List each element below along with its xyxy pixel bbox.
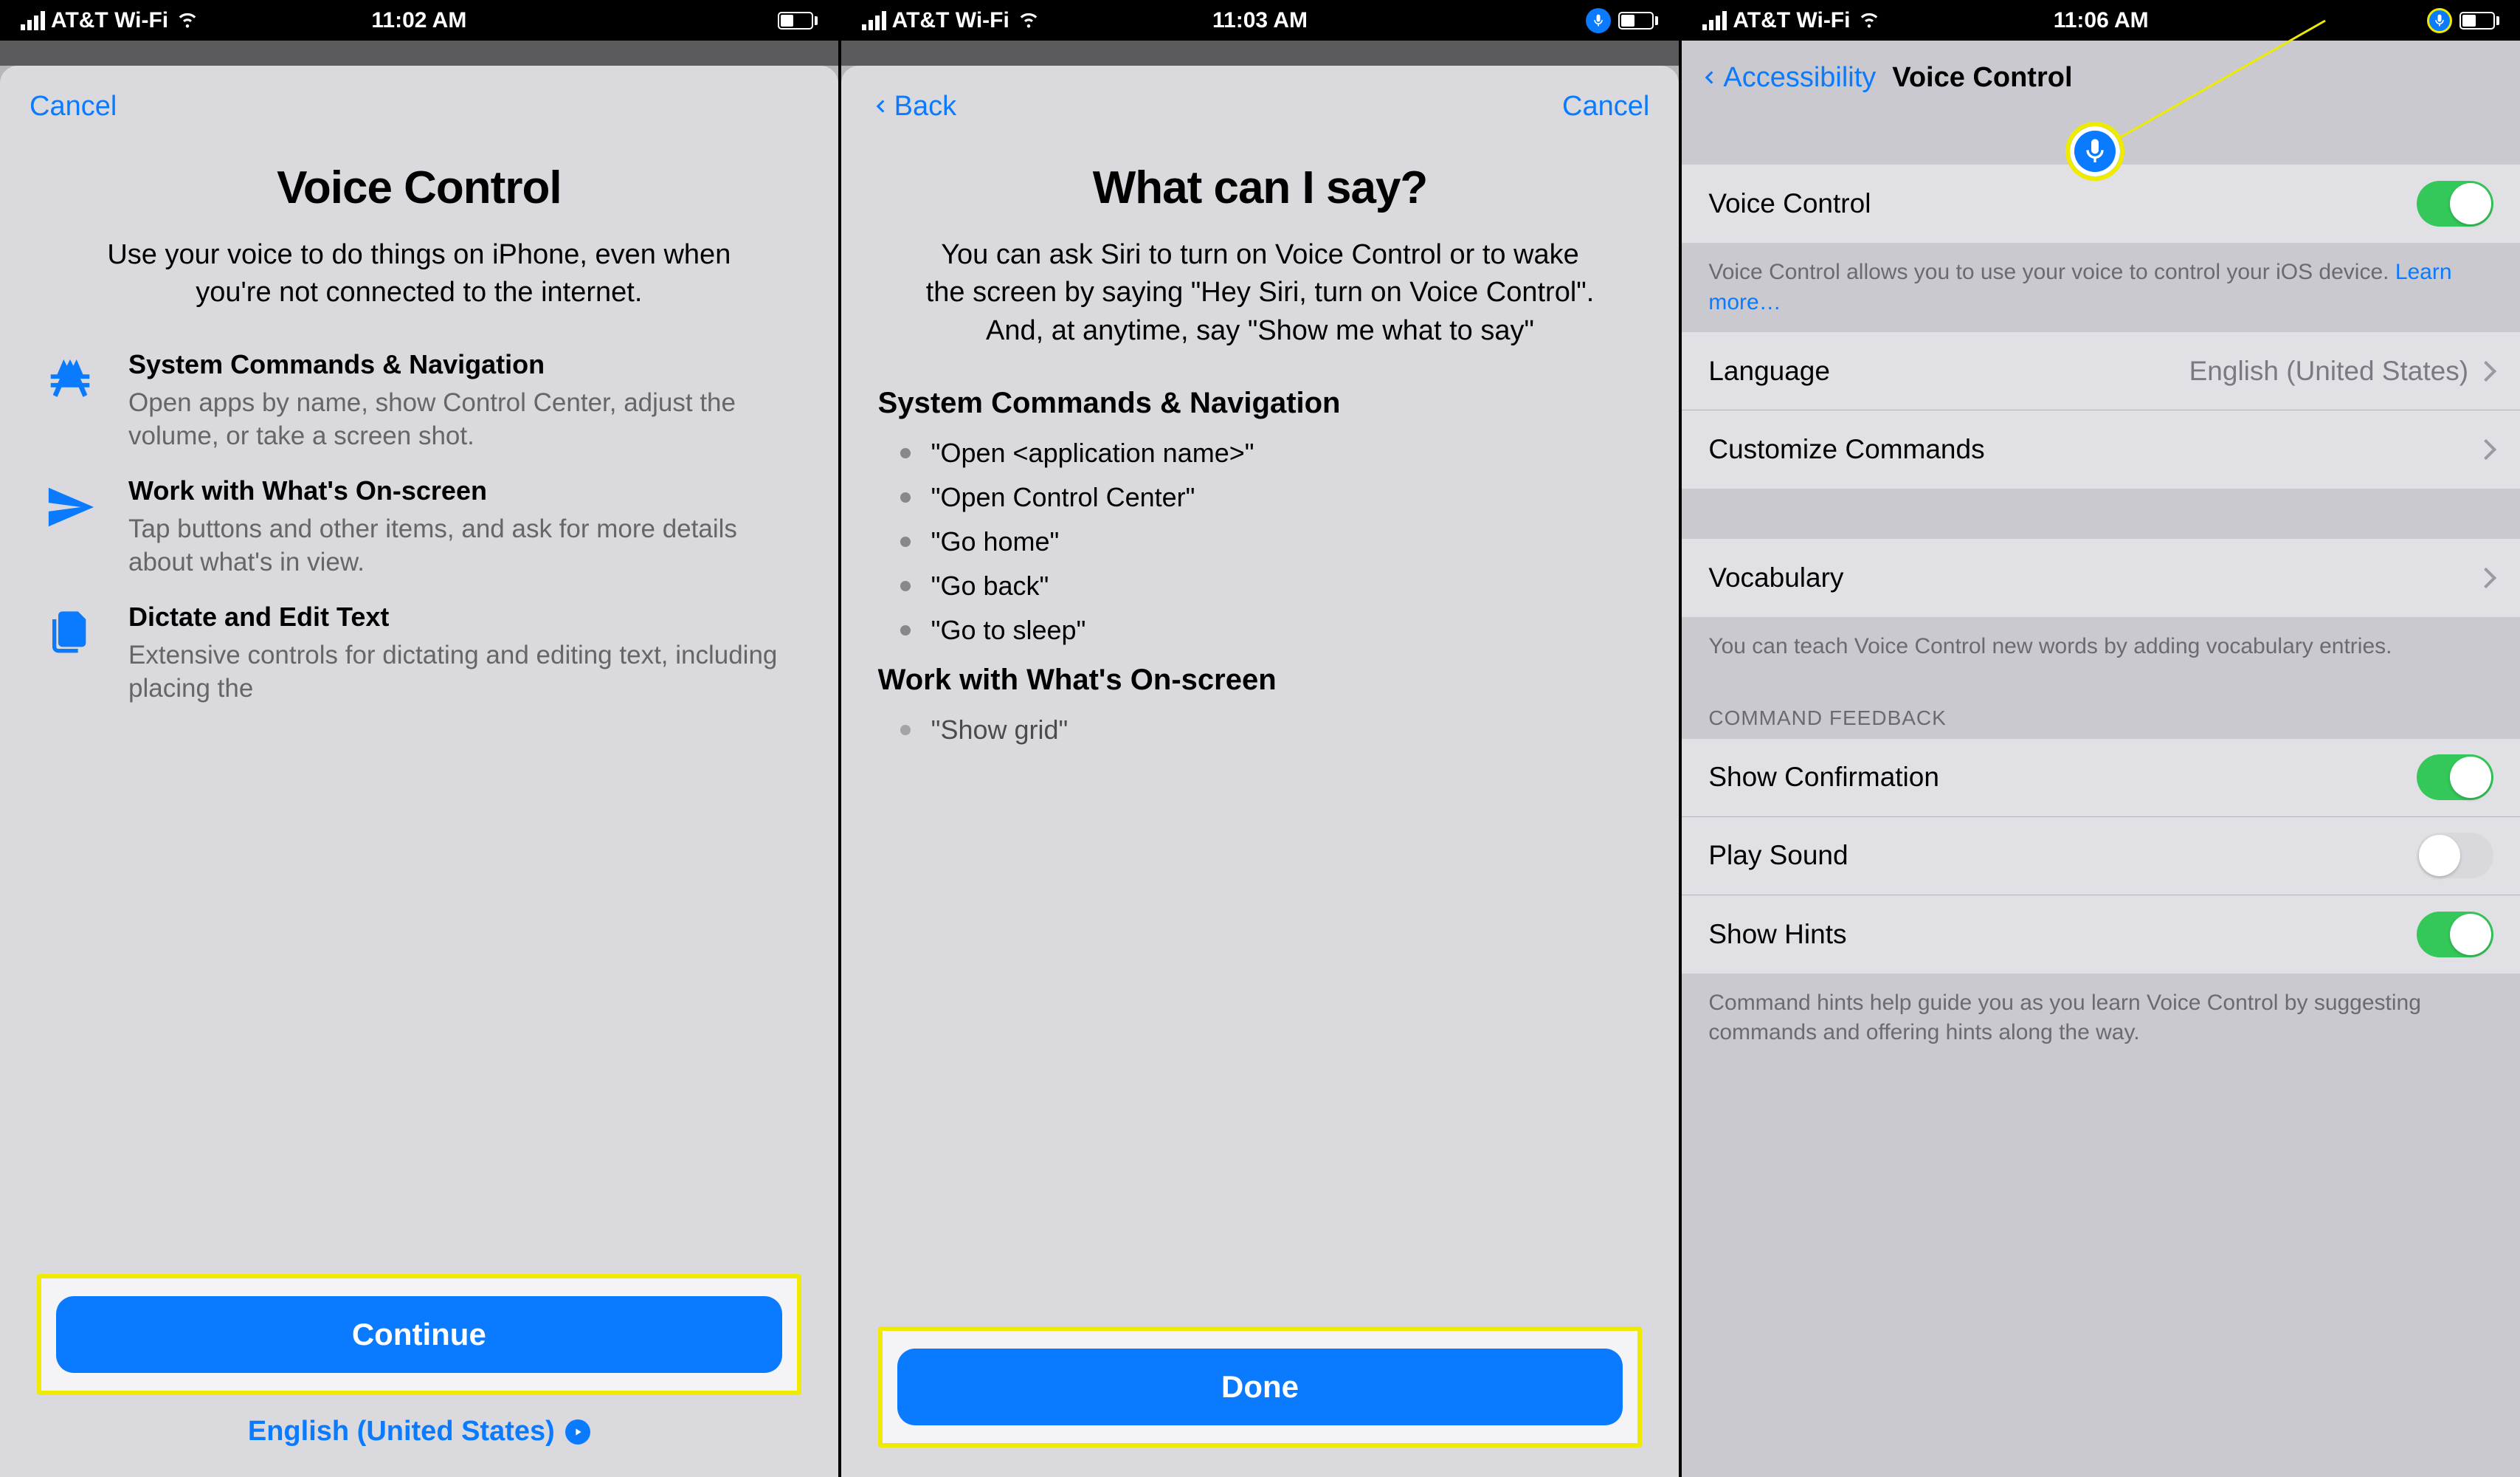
done-button[interactable]: Done xyxy=(897,1349,1623,1425)
command-item: "Open <application name>" xyxy=(900,438,1643,469)
command-item: "Go back" xyxy=(900,571,1643,602)
status-bar: AT&T Wi-Fi 11:02 AM xyxy=(0,0,838,41)
done-highlight: Done xyxy=(878,1326,1643,1447)
app-store-icon xyxy=(37,349,103,453)
status-time: 11:06 AM xyxy=(2054,8,2149,33)
cancel-button[interactable]: Cancel xyxy=(30,91,117,123)
status-time: 11:03 AM xyxy=(1212,8,1308,33)
continue-button[interactable]: Continue xyxy=(56,1296,782,1373)
show-confirmation-cell[interactable]: Show Confirmation xyxy=(1682,739,2520,817)
command-item: "Go home" xyxy=(900,526,1643,557)
nav-bar: Accessibility Voice Control xyxy=(1682,41,2520,114)
page-subtitle: You can ask Siri to turn on Voice Contro… xyxy=(922,236,1598,350)
play-sound-cell[interactable]: Play Sound xyxy=(1682,817,2520,895)
signal-icon xyxy=(1702,11,1727,30)
battery-icon xyxy=(778,12,818,30)
chevron-right-icon xyxy=(2476,360,2496,381)
back-button[interactable]: Back xyxy=(871,91,956,123)
mic-indicator-icon xyxy=(1586,8,1611,33)
show-hints-cell[interactable]: Show Hints xyxy=(1682,895,2520,974)
paper-plane-icon xyxy=(37,475,103,579)
cell-label: Customize Commands xyxy=(1708,434,2479,465)
carrier-label: AT&T Wi-Fi xyxy=(1733,8,1850,33)
feature-title: System Commands & Navigation xyxy=(128,349,801,380)
page-title: What can I say? xyxy=(878,162,1643,214)
language-cell[interactable]: Language English (United States) xyxy=(1682,332,2520,410)
status-bar: AT&T Wi-Fi 11:06 AM xyxy=(1682,0,2520,41)
wifi-icon xyxy=(174,4,201,37)
cancel-button[interactable]: Cancel xyxy=(1562,91,1649,123)
screen-1-voice-control-intro: AT&T Wi-Fi 11:02 AM Cancel Voice Control… xyxy=(0,0,838,1477)
chevron-right-icon xyxy=(2476,568,2496,588)
back-label: Back xyxy=(894,91,956,123)
screen-3-voice-control-settings: AT&T Wi-Fi 11:06 AM Accessibility Voice … xyxy=(1682,0,2520,1477)
page-subtitle: Use your voice to do things on iPhone, e… xyxy=(81,236,757,312)
wifi-icon xyxy=(1856,4,1882,37)
language-button[interactable]: English (United States) xyxy=(37,1416,801,1447)
language-label: English (United States) xyxy=(248,1416,555,1447)
mic-callout-bubble xyxy=(2065,122,2124,181)
back-label: Accessibility xyxy=(1723,62,1876,94)
switch-icon[interactable] xyxy=(2417,754,2493,800)
wifi-icon xyxy=(1015,4,1042,37)
mic-indicator-icon xyxy=(2427,8,2452,33)
feature-title: Dictate and Edit Text xyxy=(128,602,801,633)
continue-highlight: Continue xyxy=(37,1274,801,1395)
chevron-right-icon xyxy=(2476,439,2496,460)
switch-icon[interactable] xyxy=(2417,181,2493,227)
section-header: System Commands & Navigation xyxy=(878,387,1643,420)
cell-label: Language xyxy=(1708,356,2189,387)
switch-icon[interactable] xyxy=(2417,912,2493,957)
cell-value: English (United States) xyxy=(2189,356,2468,387)
status-bar: AT&T Wi-Fi 11:03 AM xyxy=(841,0,1680,41)
carrier-label: AT&T Wi-Fi xyxy=(892,8,1009,33)
cell-label: Show Confirmation xyxy=(1708,762,2417,793)
command-item: "Go to sleep" xyxy=(900,615,1643,646)
customize-commands-cell[interactable]: Customize Commands xyxy=(1682,410,2520,489)
carrier-label: AT&T Wi-Fi xyxy=(51,8,168,33)
documents-icon xyxy=(37,602,103,706)
page-title: Voice Control xyxy=(37,162,801,214)
section-header: COMMAND FEEDBACK xyxy=(1682,677,2520,739)
cell-label: Play Sound xyxy=(1708,840,2417,871)
back-button[interactable]: Accessibility xyxy=(1699,62,1876,94)
hints-description: Command hints help guide you as you lear… xyxy=(1682,974,2520,1063)
switch-icon[interactable] xyxy=(2417,833,2493,878)
feature-desc: Extensive controls for dictating and edi… xyxy=(128,638,801,706)
screen-2-what-can-i-say: AT&T Wi-Fi 11:03 AM Back Cancel xyxy=(841,0,1680,1477)
cell-label: Vocabulary xyxy=(1708,562,2479,593)
signal-icon xyxy=(862,11,886,30)
feature-onscreen: Work with What's On-screen Tap buttons a… xyxy=(37,475,801,579)
nav-title: Voice Control xyxy=(1892,62,2072,94)
play-icon xyxy=(565,1419,590,1445)
command-item: "Open Control Center" xyxy=(900,482,1643,513)
signal-icon xyxy=(21,11,45,30)
battery-icon xyxy=(2459,12,2499,30)
voice-control-description: Voice Control allows you to use your voi… xyxy=(1682,243,2520,332)
battery-icon xyxy=(1618,12,1658,30)
feature-title: Work with What's On-screen xyxy=(128,475,801,506)
feature-dictate: Dictate and Edit Text Extensive controls… xyxy=(37,602,801,706)
section-header: Work with What's On-screen xyxy=(878,664,1643,697)
cell-label: Voice Control xyxy=(1708,188,2417,219)
feature-system-commands: System Commands & Navigation Open apps b… xyxy=(37,349,801,453)
status-time: 11:02 AM xyxy=(371,8,466,33)
feature-desc: Open apps by name, show Control Center, … xyxy=(128,386,801,453)
command-item: "Show grid" xyxy=(900,715,1643,746)
vocabulary-description: You can teach Voice Control new words by… xyxy=(1682,617,2520,677)
cell-label: Show Hints xyxy=(1708,919,2417,950)
vocabulary-cell[interactable]: Vocabulary xyxy=(1682,539,2520,617)
feature-desc: Tap buttons and other items, and ask for… xyxy=(128,512,801,579)
